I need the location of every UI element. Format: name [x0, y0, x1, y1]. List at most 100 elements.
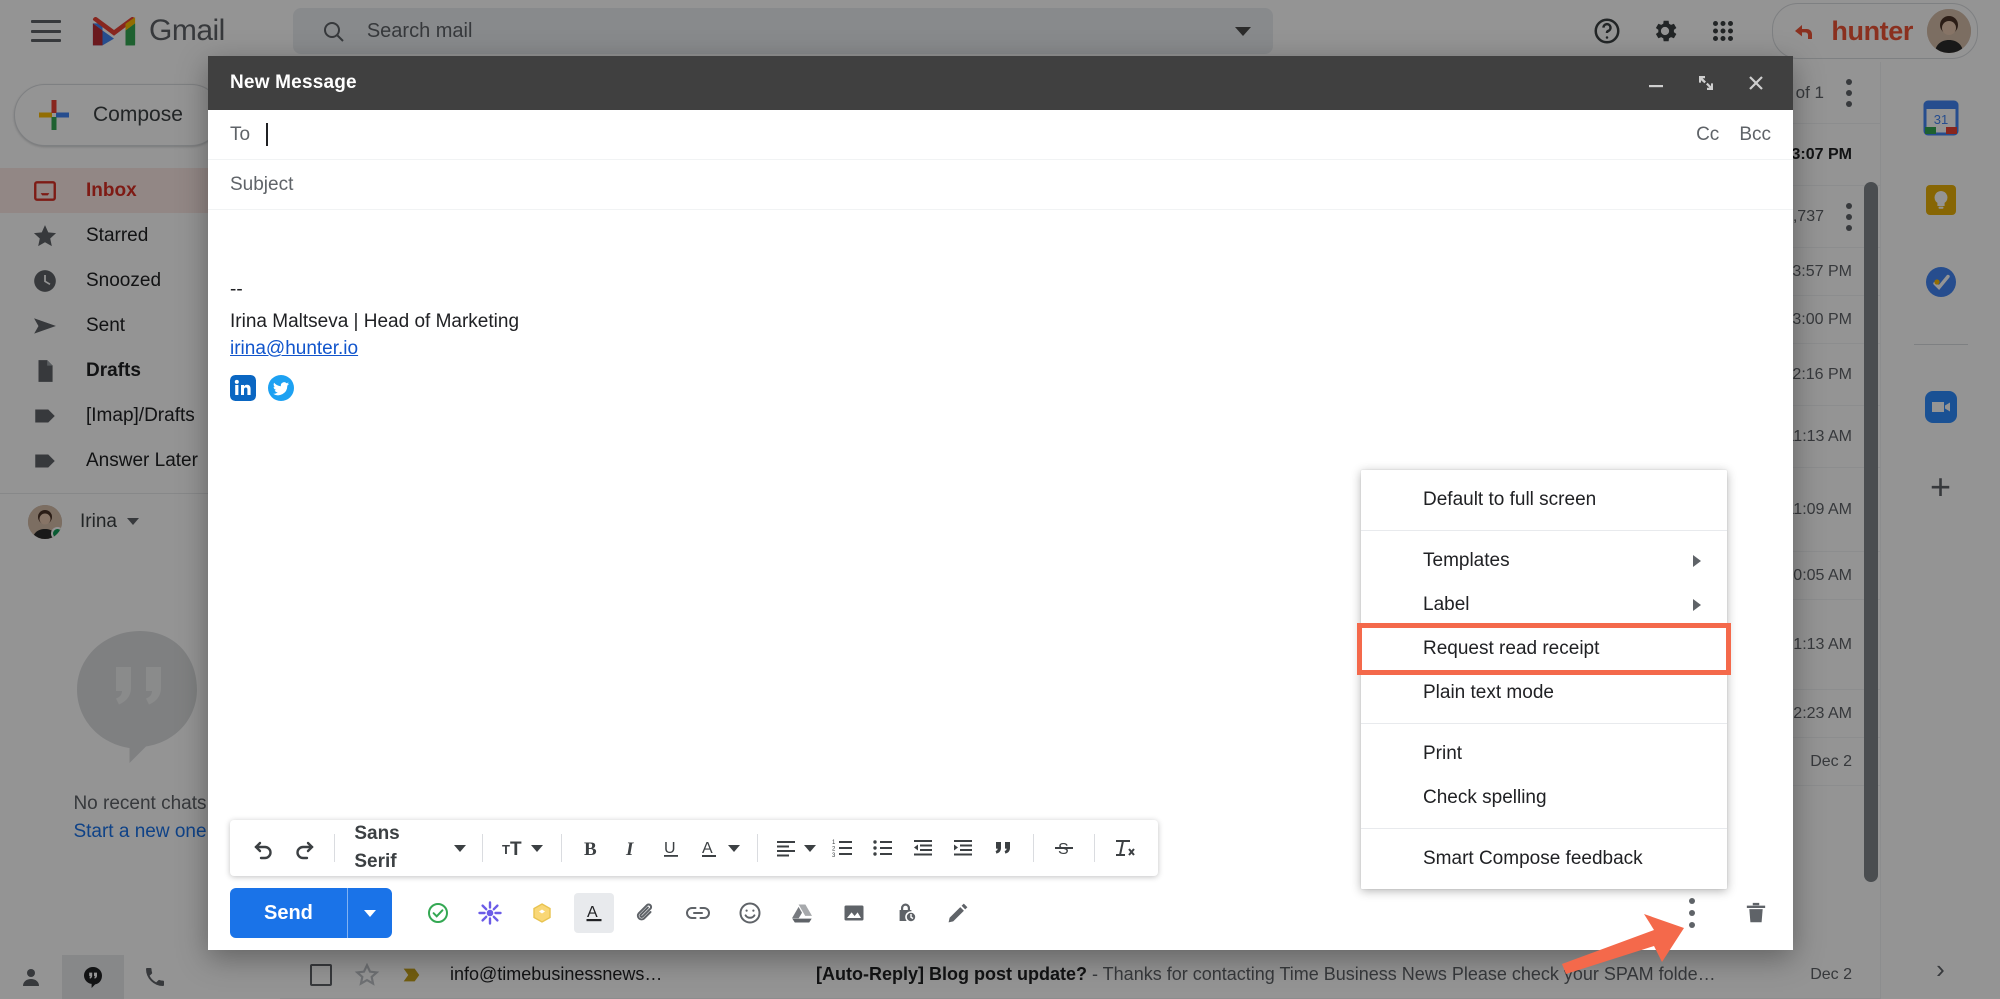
- menu-item-default-to-full-screen[interactable]: Default to full screen: [1361, 478, 1727, 522]
- subject-field-row[interactable]: Subject: [208, 160, 1793, 210]
- more-options-icon: [1689, 898, 1695, 928]
- top-bar: Gmail Search mail hunter: [0, 0, 2000, 62]
- help-icon[interactable]: [1592, 16, 1622, 46]
- bulleted-list-icon: [873, 840, 893, 856]
- attach-files-button[interactable]: [626, 893, 666, 933]
- zoom-app-icon[interactable]: [1921, 387, 1961, 427]
- strikethrough-button[interactable]: S: [1044, 828, 1084, 868]
- menu-item-smart-compose-feedback[interactable]: Smart Compose feedback: [1361, 837, 1727, 881]
- avatar[interactable]: [1927, 9, 1971, 53]
- align-button[interactable]: [767, 828, 823, 868]
- subject-input[interactable]: Subject: [230, 174, 293, 196]
- google-calendar-icon[interactable]: 31: [1921, 98, 1961, 138]
- sidebar-item-label: Sent: [86, 314, 126, 336]
- phone-icon[interactable]: [124, 955, 186, 999]
- apps-grid-icon[interactable]: [1708, 16, 1738, 46]
- text-cursor: [266, 123, 268, 146]
- more-options-icon[interactable]: [1846, 202, 1852, 231]
- confidential-mode-button[interactable]: [886, 893, 926, 933]
- row-checkbox[interactable]: [310, 963, 332, 986]
- cc-button[interactable]: Cc: [1696, 124, 1719, 146]
- verify-emails-button[interactable]: [418, 893, 458, 933]
- minimize-button[interactable]: [1645, 72, 1667, 94]
- account-brand-label: hunter: [1831, 15, 1913, 46]
- insert-emoji-button[interactable]: [730, 893, 770, 933]
- sidebar-item-label: Snoozed: [86, 269, 162, 291]
- send-button[interactable]: Send: [230, 888, 347, 938]
- font-size-select[interactable]: TT: [493, 828, 551, 868]
- compose-button[interactable]: Compose: [14, 84, 222, 146]
- send-button-group[interactable]: Send: [230, 888, 392, 938]
- signature-separator: --: [230, 279, 243, 300]
- menu-group: Default to full screen: [1361, 470, 1727, 530]
- sidebar-item-label: Drafts: [86, 359, 141, 381]
- send-options-button[interactable]: [348, 888, 392, 938]
- add-apps-icon[interactable]: +: [1930, 469, 1951, 505]
- send-icon: [34, 317, 56, 334]
- insert-drive-button[interactable]: [782, 893, 822, 933]
- menu-item-plain-text-mode[interactable]: Plain text mode: [1361, 671, 1727, 715]
- google-tasks-icon[interactable]: [1921, 262, 1961, 302]
- quote-button[interactable]: [983, 828, 1023, 868]
- remove-formatting-button[interactable]: [1104, 828, 1144, 868]
- star-icon[interactable]: [354, 962, 380, 988]
- formatting-options-button[interactable]: A: [573, 893, 614, 933]
- insert-photo-button[interactable]: [834, 893, 874, 933]
- bcc-button[interactable]: Bcc: [1739, 124, 1771, 146]
- account-chip[interactable]: hunter: [1772, 3, 1978, 59]
- bold-icon: B: [584, 839, 597, 860]
- mail-list-scrollbar[interactable]: [1864, 182, 1878, 882]
- svg-text:U: U: [664, 840, 676, 857]
- hangouts-icon[interactable]: [62, 955, 124, 999]
- search-options-chevron-icon[interactable]: [1234, 26, 1251, 36]
- indent-more-button[interactable]: [943, 828, 983, 868]
- search-input[interactable]: Search mail: [367, 20, 1235, 43]
- signature-email-link[interactable]: irina@hunter.io: [230, 338, 358, 359]
- full-screen-button[interactable]: [1695, 72, 1717, 94]
- mailtrack-button[interactable]: [470, 893, 510, 933]
- inbox-icon: [34, 180, 56, 201]
- link-icon: [685, 907, 710, 919]
- menu-item-print[interactable]: Print: [1361, 732, 1727, 776]
- insert-link-button[interactable]: [678, 893, 718, 933]
- italic-button[interactable]: I: [611, 828, 651, 868]
- google-keep-icon[interactable]: [1921, 180, 1961, 220]
- discard-draft-button[interactable]: [1739, 893, 1773, 933]
- signature-socials: [230, 374, 1771, 401]
- menu-item-request-read-receipt[interactable]: Request read receipt: [1357, 623, 1731, 675]
- twitter-icon[interactable]: [268, 374, 294, 401]
- search-bar[interactable]: Search mail: [292, 8, 1273, 54]
- font-family-select[interactable]: Sans Serif: [344, 823, 472, 872]
- contacts-icon[interactable]: [0, 955, 62, 999]
- numbered-list-button[interactable]: 123: [823, 828, 863, 868]
- scrollbar-thumb[interactable]: [1864, 182, 1878, 882]
- gmail-logo-icon: [91, 13, 137, 49]
- text-color-button[interactable]: A: [691, 828, 747, 868]
- menu-item-check-spelling[interactable]: Check spelling: [1361, 776, 1727, 820]
- linkedin-icon[interactable]: [230, 374, 256, 401]
- blockquote-icon: [995, 842, 1011, 854]
- indent-less-button[interactable]: [903, 828, 943, 868]
- chevron-down-icon[interactable]: [126, 518, 139, 525]
- bulleted-list-button[interactable]: [863, 828, 903, 868]
- redo-button[interactable]: [284, 828, 324, 868]
- compose-footer-right: [1675, 893, 1773, 933]
- more-options-icon[interactable]: [1846, 78, 1852, 107]
- important-marker-icon[interactable]: [400, 964, 422, 986]
- to-field-row[interactable]: To Cc Bcc: [208, 110, 1793, 160]
- svg-text:B: B: [584, 839, 597, 860]
- hamburger-menu-icon[interactable]: [31, 20, 61, 42]
- menu-item-label: Templates: [1423, 550, 1510, 571]
- undo-button[interactable]: [244, 828, 284, 868]
- compose-more-options-menu: Default to full screen Templates Label R…: [1357, 470, 1731, 889]
- menu-item-label[interactable]: Label: [1361, 583, 1727, 627]
- campaigns-button[interactable]: [522, 893, 562, 933]
- bold-button[interactable]: B: [571, 828, 611, 868]
- gear-icon[interactable]: [1650, 16, 1680, 46]
- close-button[interactable]: [1745, 72, 1767, 94]
- expand-panel-icon[interactable]: ›: [1936, 954, 1945, 985]
- underline-button[interactable]: U: [651, 828, 691, 868]
- menu-item-templates[interactable]: Templates: [1361, 539, 1727, 583]
- sidebar-item-label: Answer Later: [86, 449, 198, 471]
- insert-signature-button[interactable]: [938, 893, 978, 933]
